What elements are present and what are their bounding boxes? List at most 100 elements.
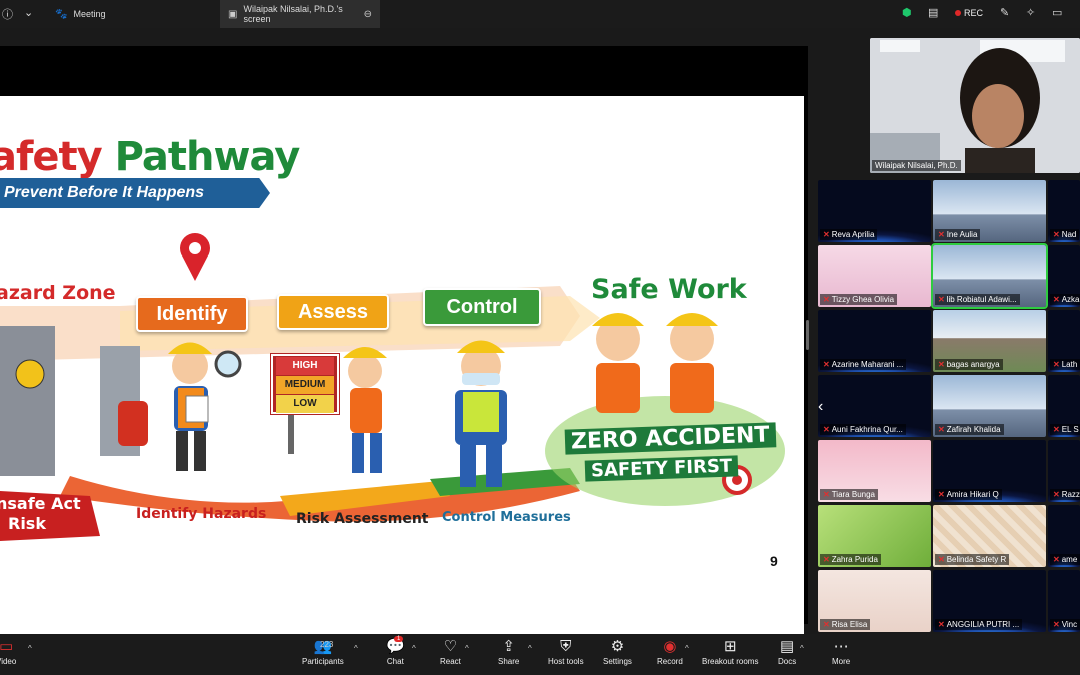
participants-options-caret[interactable]: ^ xyxy=(354,644,358,653)
participant-tile[interactable]: ✕ lib Robiatul Adawi... xyxy=(931,243,1048,309)
react-options-caret[interactable]: ^ xyxy=(465,644,469,653)
chat-button[interactable]: 💬 1 Chat xyxy=(386,636,405,666)
notes-icon[interactable]: ▤ xyxy=(928,6,938,19)
mic-muted-icon: ✕ xyxy=(938,620,945,629)
participant-tile[interactable]: ✕ Razz xyxy=(1048,440,1080,502)
identify-sign: Identify xyxy=(136,296,248,332)
slide-page-number: 9 xyxy=(770,553,778,569)
participant-name: ✕ Belinda Safety R xyxy=(935,554,1010,565)
settings-button[interactable]: ⚙ Settings xyxy=(603,637,632,666)
hazard-zone-label: azard Zone xyxy=(0,282,116,304)
participant-tile[interactable]: ✕ Risa Elisa xyxy=(818,570,931,632)
mic-muted-icon: ✕ xyxy=(823,425,830,434)
participant-tile[interactable]: ✕ ANGGILIA PUTRI ... xyxy=(933,570,1046,632)
participant-tile[interactable]: ✕ Tizzy Ghea Olivia xyxy=(818,245,931,307)
chevron-left-icon[interactable]: ‹ xyxy=(818,398,823,416)
meeting-toolbar: ▭ Video ^ 👥 223 Participants ^ 💬 1 Chat … xyxy=(0,634,1080,675)
participant-tile[interactable]: ✕ Zafirah Khalida xyxy=(933,375,1046,437)
docs-label: Docs xyxy=(778,657,797,666)
share-button[interactable]: ⇪ Share xyxy=(498,637,519,666)
chat-badge: 1 xyxy=(394,636,404,642)
layout-icon[interactable]: ▭ xyxy=(1052,6,1062,19)
participant-name-text: Razz xyxy=(1061,490,1080,499)
tab-shared-screen[interactable]: ▣ Wilaipak Nilsalai, Ph.D.'s screen ⊖ xyxy=(220,0,380,28)
video-button[interactable]: ▭ Video xyxy=(0,637,16,666)
participant-tile[interactable]: ✕ Amira Hikari Q xyxy=(933,440,1046,502)
participant-tile[interactable]: ✕ Ine Aulia xyxy=(933,180,1046,242)
participant-name-text: Auni Fakhrina Qur... xyxy=(831,425,903,434)
tab-meeting[interactable]: 🐾 Meeting xyxy=(55,0,105,28)
mic-muted-icon: ✕ xyxy=(938,555,945,564)
participant-name-text: Amira Hikari Q xyxy=(946,490,999,499)
record-options-caret[interactable]: ^ xyxy=(685,644,689,653)
tab-meeting-label: Meeting xyxy=(73,9,106,19)
rec-label: REC xyxy=(964,8,984,18)
participant-name: ✕ lib Robiatul Adawi... xyxy=(935,294,1020,305)
risk-low: LOW xyxy=(276,395,334,413)
chat-label: Chat xyxy=(386,657,404,666)
pen-icon[interactable]: ✎ xyxy=(1000,6,1009,19)
mic-muted-icon: ✕ xyxy=(1053,620,1060,629)
participant-name-text: lib Robiatul Adawi... xyxy=(946,295,1017,304)
slide-title-red: afety xyxy=(0,134,103,180)
shield-icon[interactable]: ⬢ xyxy=(902,6,912,19)
share-screen-icon: ⇪ xyxy=(502,638,515,655)
participant-tile[interactable]: ✕ Vinc xyxy=(1048,570,1080,632)
record-button[interactable]: ◉ Record xyxy=(657,637,683,666)
mic-muted-icon: ✕ xyxy=(823,295,830,304)
participant-name: ✕ Amira Hikari Q xyxy=(935,489,1002,500)
react-button[interactable]: ♡ React xyxy=(440,637,461,666)
breakout-rooms-label: Breakout rooms xyxy=(702,657,759,666)
participant-name: ✕ EL S xyxy=(1050,424,1080,435)
record-icon: ◉ xyxy=(663,638,677,655)
paw-icon: 🐾 xyxy=(55,8,68,20)
breakout-rooms-button[interactable]: ⊞ Breakout rooms xyxy=(702,637,758,666)
participant-tile[interactable]: ✕ Azarine Maharani ... xyxy=(818,310,931,372)
more-button[interactable]: ⋯ More xyxy=(832,637,850,666)
participant-name-text: Lath xyxy=(1061,360,1078,369)
settings-label: Settings xyxy=(603,657,632,666)
info-icon[interactable]: ⓘ xyxy=(2,6,13,22)
participant-tile[interactable]: ✕ Reva Aprilia xyxy=(818,180,931,242)
participant-tile[interactable]: ✕ Lath xyxy=(1048,310,1080,372)
participants-button[interactable]: 👥 223 Participants xyxy=(302,637,344,666)
control-sign: Control xyxy=(423,288,541,326)
heart-icon: ♡ xyxy=(443,638,458,655)
speaker-video[interactable]: Wilaipak Nilsalai, Ph.D. xyxy=(870,38,1080,173)
participant-name: ✕ Razz xyxy=(1050,489,1080,500)
participant-tile[interactable]: ✕ EL S xyxy=(1048,375,1080,437)
participant-name: ✕ Lath xyxy=(1050,359,1080,370)
participant-tile[interactable]: ✕ Nad xyxy=(1048,180,1080,242)
video-off-icon: ▭ xyxy=(0,638,14,655)
participant-name-text: Azka xyxy=(1061,295,1080,304)
top-bar: ⓘ ⌄ 🐾 Meeting ▣ Wilaipak Nilsalai, Ph.D.… xyxy=(0,0,1080,28)
participant-tile[interactable]: ✕ Belinda Safety R xyxy=(933,505,1046,567)
docs-options-caret[interactable]: ^ xyxy=(800,644,804,653)
share-options-caret[interactable]: ^ xyxy=(528,644,532,653)
mic-muted-icon: ✕ xyxy=(1053,360,1060,369)
mic-muted-icon: ✕ xyxy=(938,360,945,369)
docs-icon: ▤ xyxy=(780,638,795,655)
participant-tile[interactable]: ✕ Auni Fakhrina Qur... xyxy=(818,375,931,437)
mic-muted-icon: ✕ xyxy=(823,490,830,499)
participant-tile[interactable]: ✕ Tiara Bunga xyxy=(818,440,931,502)
recording-indicator[interactable]: REC xyxy=(955,8,983,18)
screen-share-icon: ▣ xyxy=(228,8,238,20)
participant-tile[interactable]: ✕ bagas anargya xyxy=(933,310,1046,372)
participant-tile[interactable]: ✕ Azka xyxy=(1048,245,1080,307)
participant-tile[interactable]: ✕ Zahra Purida xyxy=(818,505,931,567)
participant-name-text: Vinc xyxy=(1061,620,1078,629)
chevron-down-icon[interactable]: ⌄ xyxy=(24,6,33,19)
participant-gallery: ✕ Reva Aprilia ✕ Ine Aulia ✕ Nad ✕ Tizzy Ghea O… xyxy=(816,180,1080,634)
share-label: Share xyxy=(498,657,520,666)
participant-name-text: Zafirah Khalida xyxy=(946,425,1001,434)
participant-tile[interactable]: ✕ ame xyxy=(1048,505,1080,567)
chat-options-caret[interactable]: ^ xyxy=(412,644,416,653)
host-tools-button[interactable]: ⛨ Host tools xyxy=(548,637,584,666)
video-options-caret[interactable]: ^ xyxy=(28,644,32,653)
panel-resize-handle[interactable] xyxy=(806,320,809,350)
docs-button[interactable]: ▤ Docs xyxy=(778,637,796,666)
more-options-icon[interactable]: ⊖ xyxy=(364,9,372,20)
participant-name-text: ame xyxy=(1061,555,1078,564)
ai-sparkle-icon[interactable]: ✧ xyxy=(1026,6,1035,19)
